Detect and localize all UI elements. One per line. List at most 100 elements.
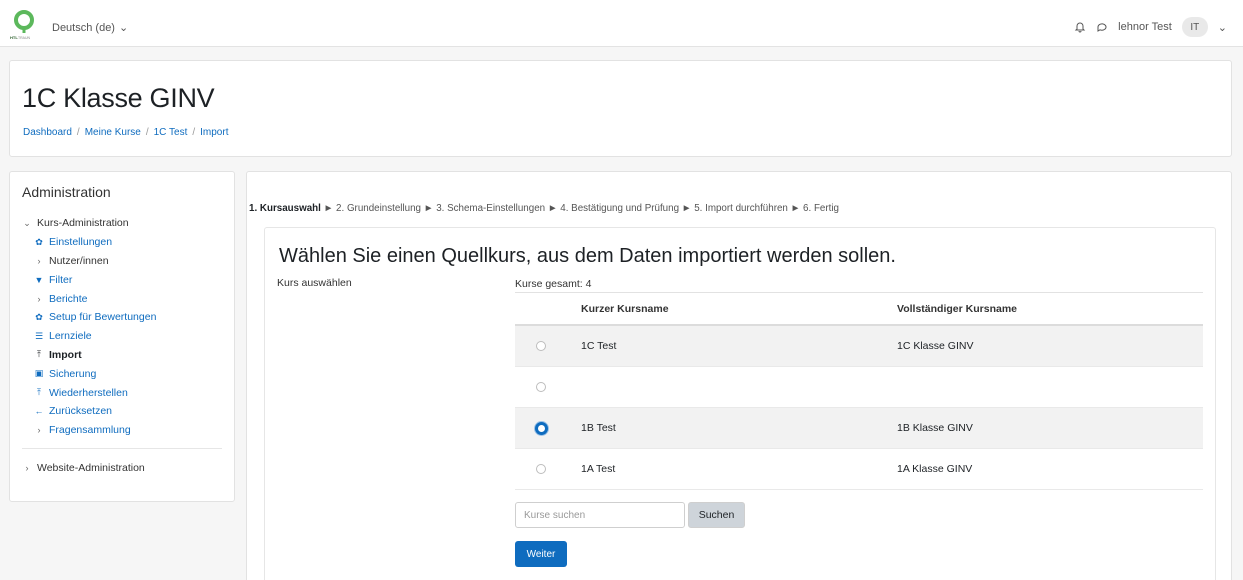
site-logo[interactable]: HTL TRAUN xyxy=(9,9,39,41)
sidebar-item-restore[interactable]: ⤒ Wiederherstellen xyxy=(22,383,222,402)
chevron-right-icon: › xyxy=(37,255,41,266)
bell-icon[interactable] xyxy=(1074,21,1086,33)
arrow-left-icon: ← xyxy=(34,406,44,417)
chevron-down-icon: ⌄ xyxy=(23,217,31,228)
header-full-name: Vollständiger Kursname xyxy=(897,302,1018,315)
sidebar-item-label: Fragensammlung xyxy=(49,424,131,437)
sidebar-item-label: Nutzer/innen xyxy=(49,254,109,267)
breadcrumb-course[interactable]: 1C Test xyxy=(154,127,188,138)
chat-bubble-icon[interactable] xyxy=(1096,21,1108,33)
breadcrumb: Dashboard / Meine Kurse / 1C Test / Impo… xyxy=(23,127,228,138)
full-name-cell: 1C Klasse GINV xyxy=(897,340,974,352)
tree-node-label: Website-Administration xyxy=(37,461,145,474)
step-arrow: ► xyxy=(547,203,558,214)
language-label: Deutsch (de) xyxy=(52,21,115,34)
table-row[interactable]: 1B Test 1B Klasse GINV xyxy=(515,408,1203,449)
sidebar-item-reports[interactable]: › Berichte xyxy=(22,289,222,308)
step-2: 2. Grundeinstellung xyxy=(336,203,422,214)
breadcrumb-dashboard[interactable]: Dashboard xyxy=(23,127,72,138)
sidebar-item-label: Zurücksetzen xyxy=(49,405,113,418)
restore-icon: ⤒ xyxy=(37,387,41,398)
short-name-cell: 1B Test xyxy=(581,422,616,434)
select-cell xyxy=(515,326,567,366)
breadcrumb-my-courses[interactable]: Meine Kurse xyxy=(85,127,141,138)
divider xyxy=(22,447,222,449)
course-count: Kurse gesamt: 4 xyxy=(515,278,592,290)
sidebar-item-label: Berichte xyxy=(49,292,88,305)
table-header: Kurzer Kursname Vollständiger Kursname xyxy=(515,293,1203,326)
section-heading: Wählen Sie einen Quellkurs, aus dem Date… xyxy=(279,245,896,267)
table-row[interactable] xyxy=(515,367,1203,408)
course-selection-panel: Wählen Sie einen Quellkurs, aus dem Date… xyxy=(264,227,1216,580)
sidebar-item-outcomes[interactable]: ☰ Lernziele xyxy=(22,327,222,346)
chevron-right-icon: › xyxy=(25,462,29,473)
block-title: Administration xyxy=(22,184,111,200)
header-short-name: Kurzer Kursname xyxy=(581,302,669,315)
breadcrumb-separator: / xyxy=(76,127,80,138)
course-table: Kurzer Kursname Vollständiger Kursname 1… xyxy=(515,292,1203,490)
list-icon: ☰ xyxy=(34,330,44,341)
avatar[interactable]: IT xyxy=(1181,17,1208,37)
language-menu[interactable]: Deutsch (de) ⌄ xyxy=(52,21,129,35)
gear-icon: ✿ xyxy=(35,311,43,322)
course-radio[interactable] xyxy=(536,464,546,474)
sidebar-item-label: Setup für Bewertungen xyxy=(49,311,157,324)
course-radio[interactable] xyxy=(536,341,546,351)
full-name-cell: 1A Klasse GINV xyxy=(897,463,973,475)
top-navbar: HTL TRAUN Deutsch (de) ⌄ lehnor Test IT … xyxy=(0,0,1243,47)
tree-node-label: Kurs-Administration xyxy=(37,217,129,230)
admin-tree: ⌄ Kurs-Administration ✿ Einstellungen › … xyxy=(22,214,222,477)
select-cell xyxy=(515,367,567,407)
sidebar-item-grade-setup[interactable]: ✿ Setup für Bewertungen xyxy=(22,308,222,327)
next-button[interactable]: Weiter xyxy=(515,541,567,567)
import-icon: ⤒ xyxy=(37,349,41,360)
administration-block: Administration ⌄ Kurs-Administration ✿ E… xyxy=(9,171,235,502)
header-select xyxy=(515,293,567,324)
table-row[interactable]: 1C Test 1C Klasse GINV xyxy=(515,326,1203,367)
chevron-down-icon: ⌄ xyxy=(118,22,129,34)
chevron-right-icon: › xyxy=(37,293,41,304)
user-name[interactable]: lehnor Test xyxy=(1118,21,1172,33)
step-arrow: ► xyxy=(323,203,334,214)
step-6: 6. Fertig xyxy=(803,203,839,214)
sidebar-item-question-bank[interactable]: › Fragensammlung xyxy=(22,421,222,440)
main-region: 1. Kursauswahl ► 2. Grundeinstellung ► 3… xyxy=(246,171,1232,580)
page-title: 1C Klasse GINV xyxy=(22,83,215,113)
sidebar-item-label: Einstellungen xyxy=(49,236,113,249)
tree-node-course-admin[interactable]: ⌄ Kurs-Administration xyxy=(22,214,222,233)
breadcrumb-separator: / xyxy=(145,127,149,138)
chevron-right-icon: › xyxy=(37,425,41,436)
breadcrumb-import[interactable]: Import xyxy=(200,127,228,138)
sidebar-item-reset[interactable]: ← Zurücksetzen xyxy=(22,402,222,421)
sidebar-item-filter[interactable]: ▼ Filter xyxy=(22,270,222,289)
tree-node-site-admin[interactable]: › Website-Administration xyxy=(22,459,222,478)
sidebar-item-label: Filter xyxy=(49,273,73,286)
search-button[interactable]: Suchen xyxy=(688,502,745,528)
sidebar-item-label: Import xyxy=(49,348,82,361)
gear-icon: ✿ xyxy=(35,236,43,247)
chevron-down-icon[interactable]: ⌄ xyxy=(1218,21,1227,34)
step-3: 3. Schema-Einstellungen xyxy=(436,203,546,214)
sidebar-item-label: Wiederherstellen xyxy=(49,386,128,399)
sidebar-item-settings[interactable]: ✿ Einstellungen xyxy=(22,233,222,252)
table-row[interactable]: 1A Test 1A Klasse GINV xyxy=(515,449,1203,490)
sidebar-item-users[interactable]: › Nutzer/innen xyxy=(22,252,222,271)
select-cell xyxy=(515,408,567,448)
course-search-input[interactable] xyxy=(515,502,685,528)
step-4: 4. Bestätigung und Prüfung xyxy=(560,203,680,214)
select-cell xyxy=(515,449,567,489)
import-progress-steps: 1. Kursauswahl ► 2. Grundeinstellung ► 3… xyxy=(249,203,839,214)
sidebar-item-label: Lernziele xyxy=(49,330,92,343)
short-name-cell: 1A Test xyxy=(581,463,616,475)
save-icon: ▣ xyxy=(34,368,44,379)
course-radio-selected[interactable] xyxy=(534,421,548,435)
select-course-label: Kurs auswählen xyxy=(277,277,352,289)
page-header: 1C Klasse GINV Dashboard / Meine Kurse /… xyxy=(9,60,1232,157)
user-nav: lehnor Test IT ⌄ xyxy=(1074,17,1227,37)
filter-icon: ▼ xyxy=(34,274,44,285)
full-name-cell: 1B Klasse GINV xyxy=(897,422,973,434)
step-arrow: ► xyxy=(423,203,434,214)
sidebar-item-import[interactable]: ⤒ Import xyxy=(22,346,222,365)
course-radio[interactable] xyxy=(536,382,546,392)
sidebar-item-backup[interactable]: ▣ Sicherung xyxy=(22,364,222,383)
